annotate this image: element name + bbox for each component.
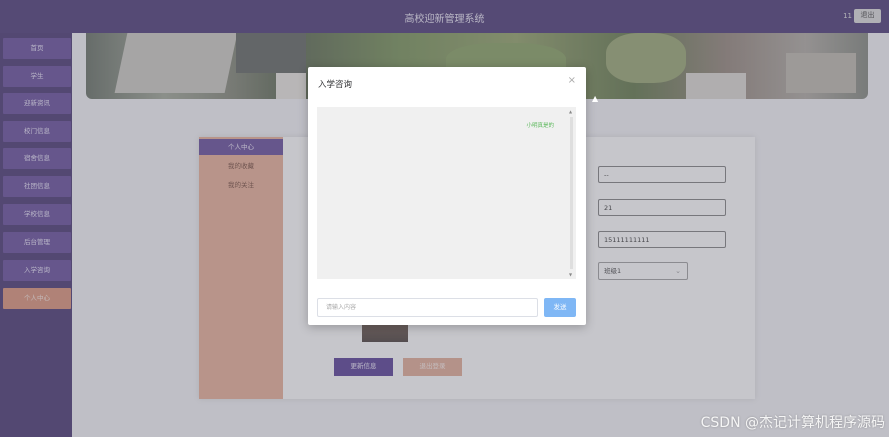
send-button[interactable]: 发送 xyxy=(544,298,576,317)
dialog-title: 入学咨询 xyxy=(318,80,353,90)
chat-scrollbar[interactable]: ▲ ▼ xyxy=(569,109,574,277)
close-icon[interactable]: × xyxy=(568,75,576,86)
watermark: CSDN @杰记计算机程序源码 xyxy=(700,415,885,431)
message-input[interactable]: 请输入内容 xyxy=(317,298,538,317)
consult-dialog: 入学咨询 × 小明真是的 ▲ ▼ 请输入内容 发送 xyxy=(308,67,586,325)
chat-message: 小明真是的 xyxy=(526,123,554,129)
scroll-down-icon[interactable]: ▼ xyxy=(569,272,572,277)
scroll-track[interactable] xyxy=(570,117,573,269)
chat-history[interactable]: 小明真是的 ▲ ▼ xyxy=(317,107,576,279)
mouse-cursor-icon: ▲ xyxy=(592,94,599,103)
scroll-up-icon[interactable]: ▲ xyxy=(569,109,572,114)
